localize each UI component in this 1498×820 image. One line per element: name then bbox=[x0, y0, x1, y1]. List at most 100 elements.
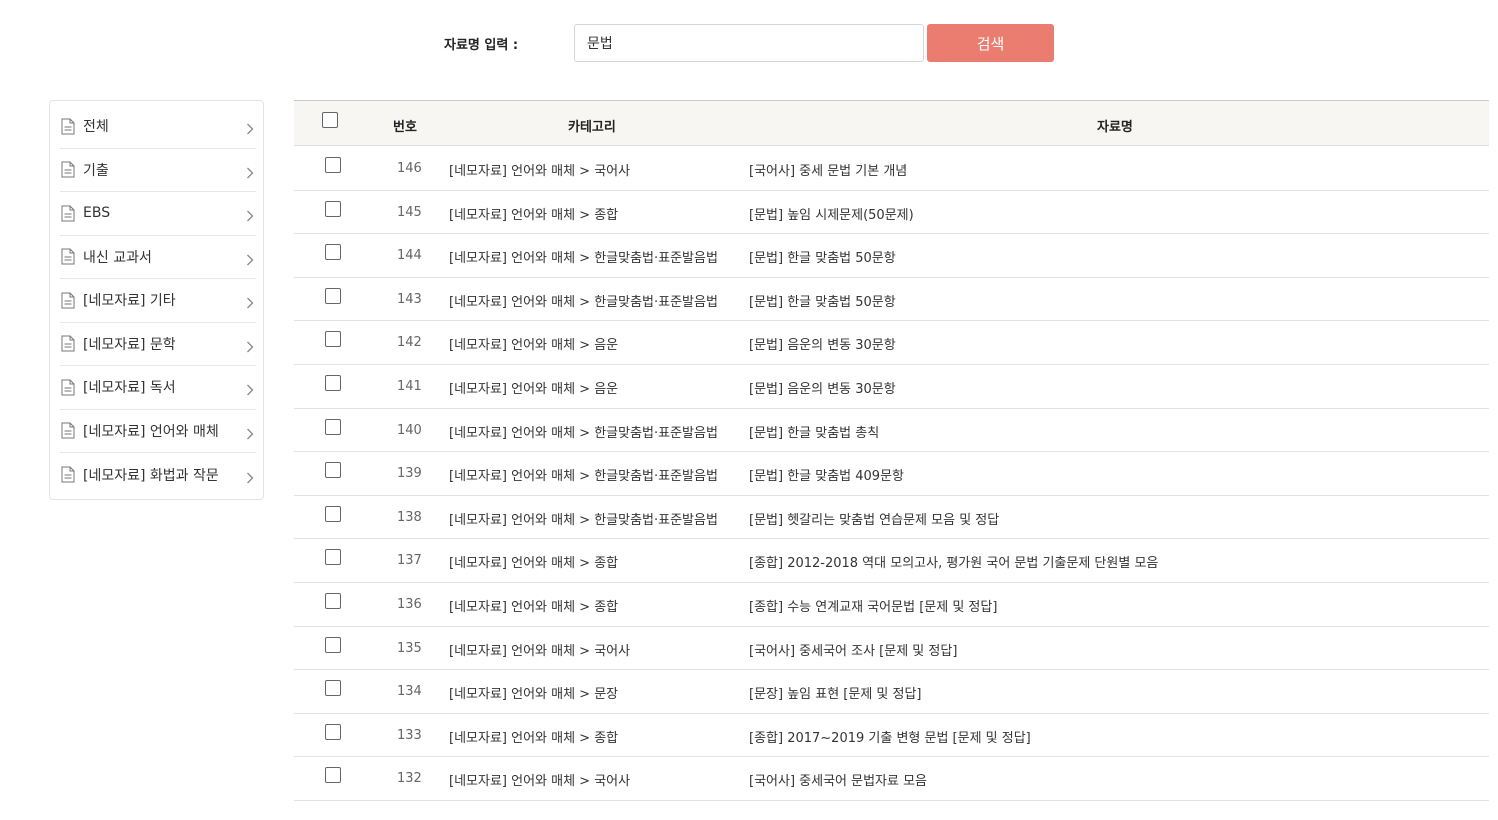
row-category: [네모자료] 언어와 매체 > 한글맞춤법·표준발음법 bbox=[449, 294, 718, 310]
category-sidebar: 전체기출 EBS 내신 교과서 [네모자료] 기타 [네모자료] 문학 [네모자료] 독서… bbox=[49, 100, 264, 500]
row-title-link[interactable]: [문법] 한글 맞춤법 50문항 bbox=[749, 247, 896, 266]
document-icon bbox=[61, 118, 75, 135]
row-checkbox[interactable] bbox=[325, 767, 341, 784]
search-input[interactable] bbox=[574, 24, 924, 62]
row-title-link[interactable]: [문법] 한글 맞춤법 총칙 bbox=[749, 422, 879, 441]
row-title-link[interactable]: [종합] 2012-2018 역대 모의고사, 평가원 국어 문법 기출문제 단… bbox=[749, 552, 1158, 571]
row-checkbox[interactable] bbox=[325, 549, 341, 566]
document-icon bbox=[61, 379, 75, 396]
row-checkbox[interactable] bbox=[325, 200, 341, 217]
row-checkbox[interactable] bbox=[325, 331, 341, 348]
row-number: 136 bbox=[397, 597, 422, 612]
chevron-right-icon bbox=[246, 251, 254, 266]
sidebar-item[interactable]: 기출 bbox=[60, 149, 256, 192]
row-title-link[interactable]: [문법] 헷갈리는 맞춤법 연습문제 모음 및 정답 bbox=[749, 509, 999, 528]
table-row: 146 [네모자료] 언어와 매체 > 국어사 [국어사] 중세 문법 기본 개념 bbox=[294, 147, 1489, 191]
row-title-link[interactable]: [문법] 높임 시제문제(50문제) bbox=[749, 204, 914, 223]
table-row: 134 [네모자료] 언어와 매체 > 문장 [문장] 높임 표현 [문제 및 정답… bbox=[294, 670, 1489, 714]
sidebar-item-label: [네모자료] 문학 bbox=[83, 336, 176, 353]
table-row: 144 [네모자료] 언어와 매체 > 한글맞춤법·표준발음법 [문법] 한글 맞춤… bbox=[294, 234, 1489, 278]
row-number: 138 bbox=[397, 509, 422, 525]
row-number: 144 bbox=[397, 248, 422, 264]
sidebar-item[interactable]: 내신 교과서 bbox=[60, 236, 256, 279]
chevron-right-icon bbox=[246, 338, 254, 353]
row-title-link[interactable]: [문장] 높임 표현 [문제 및 정답] bbox=[749, 683, 922, 702]
sidebar-item-label: 전체 bbox=[83, 119, 109, 136]
row-number: 135 bbox=[397, 640, 422, 656]
row-checkbox[interactable] bbox=[325, 418, 341, 435]
row-title-link[interactable]: [문법] 한글 맞춤법 409문항 bbox=[749, 465, 904, 484]
table-header: 번호 카테고리 자료명 bbox=[294, 100, 1489, 146]
row-title-link[interactable]: [문법] 음운의 변동 30문항 bbox=[749, 334, 896, 353]
row-category: [네모자료] 언어와 매체 > 종합 bbox=[449, 556, 619, 572]
row-checkbox[interactable] bbox=[325, 157, 341, 173]
table-row: 135 [네모자료] 언어와 매체 > 국어사 [국어사] 중세국어 조사 [문제 … bbox=[294, 627, 1489, 671]
chevron-right-icon bbox=[246, 120, 254, 135]
row-number: 133 bbox=[397, 727, 422, 743]
document-icon bbox=[61, 292, 75, 309]
row-number: 145 bbox=[397, 204, 422, 220]
row-checkbox[interactable] bbox=[325, 636, 341, 653]
row-number: 134 bbox=[397, 684, 422, 700]
select-all-checkbox[interactable] bbox=[322, 112, 338, 128]
sidebar-item[interactable]: 전체 bbox=[60, 105, 256, 149]
chevron-right-icon bbox=[246, 425, 254, 440]
sidebar-item[interactable]: [네모자료] 화법과 작문 bbox=[60, 453, 256, 497]
row-title-link[interactable]: [종합] 수능 연계교재 국어문법 [문제 및 정답] bbox=[749, 596, 997, 615]
row-checkbox[interactable] bbox=[325, 462, 341, 479]
document-icon bbox=[61, 335, 75, 352]
sidebar-item[interactable]: EBS bbox=[60, 192, 256, 236]
row-category: [네모자료] 언어와 매체 > 한글맞춤법·표준발음법 bbox=[449, 251, 718, 267]
row-category: [네모자료] 언어와 매체 > 종합 bbox=[449, 207, 619, 223]
chevron-right-icon bbox=[246, 381, 254, 396]
row-checkbox[interactable] bbox=[325, 723, 341, 740]
table-row: 143 [네모자료] 언어와 매체 > 한글맞춤법·표준발음법 [문법] 한글 맞춤… bbox=[294, 278, 1489, 322]
table-row: 132 [네모자료] 언어와 매체 > 국어사 [국어사] 중세국어 문법자료 모음 bbox=[294, 757, 1489, 801]
chevron-right-icon bbox=[246, 469, 254, 484]
sidebar-item-label: [네모자료] 독서 bbox=[83, 380, 176, 397]
row-title-link[interactable]: [국어사] 중세 문법 기본 개념 bbox=[749, 160, 907, 179]
sidebar-item[interactable]: [네모자료] 독서 bbox=[60, 366, 256, 410]
sidebar-item-label: EBS bbox=[83, 205, 111, 222]
document-icon bbox=[61, 422, 75, 439]
row-checkbox[interactable] bbox=[325, 287, 341, 304]
row-number: 142 bbox=[397, 335, 422, 351]
header-title: 자료명 bbox=[1097, 120, 1133, 135]
sidebar-item[interactable]: [네모자료] 문학 bbox=[60, 323, 256, 366]
row-category: [네모자료] 언어와 매체 > 문장 bbox=[449, 687, 619, 703]
row-category: [네모자료] 언어와 매체 > 한글맞춤법·표준발음법 bbox=[449, 512, 718, 528]
row-number: 146 bbox=[397, 161, 422, 176]
row-title-link[interactable]: [국어사] 중세국어 문법자료 모음 bbox=[749, 770, 927, 789]
chevron-right-icon bbox=[246, 164, 254, 179]
sidebar-item[interactable]: [네모자료] 기타 bbox=[60, 279, 256, 323]
document-icon bbox=[61, 248, 75, 265]
row-title-link[interactable]: [문법] 음운의 변동 30문항 bbox=[749, 378, 896, 397]
document-icon bbox=[61, 205, 75, 222]
row-checkbox[interactable] bbox=[325, 375, 341, 391]
row-category: [네모자료] 언어와 매체 > 국어사 bbox=[449, 164, 631, 179]
chevron-right-icon bbox=[246, 207, 254, 222]
table-row: 145 [네모자료] 언어와 매체 > 종합 [문법] 높임 시제문제(50문제) bbox=[294, 191, 1489, 235]
table-row: 139 [네모자료] 언어와 매체 > 한글맞춤법·표준발음법 [문법] 한글 맞춤… bbox=[294, 452, 1489, 496]
row-checkbox[interactable] bbox=[325, 593, 341, 609]
row-number: 140 bbox=[397, 422, 422, 438]
row-title-link[interactable]: [종합] 2017~2019 기출 변형 문법 [문제 및 정답] bbox=[749, 727, 1031, 746]
sidebar-item-label: [네모자료] 언어와 매체 bbox=[83, 423, 219, 440]
row-checkbox[interactable] bbox=[325, 680, 341, 697]
table-row: 137 [네모자료] 언어와 매체 > 종합 [종합] 2012-2018 역대 모… bbox=[294, 539, 1489, 583]
row-title-link[interactable]: [문법] 한글 맞춤법 50문항 bbox=[749, 291, 896, 310]
row-number: 137 bbox=[397, 553, 422, 569]
sidebar-item-label: 내신 교과서 bbox=[83, 249, 152, 266]
row-checkbox[interactable] bbox=[325, 244, 341, 261]
table-row: 140 [네모자료] 언어와 매체 > 한글맞춤법·표준발음법 [문법] 한글 맞춤… bbox=[294, 409, 1489, 453]
sidebar-item-label: [네모자료] 기타 bbox=[83, 293, 176, 310]
search-button[interactable]: 검색 bbox=[927, 24, 1054, 62]
document-icon bbox=[61, 161, 75, 178]
row-category: [네모자료] 언어와 매체 > 한글맞춤법·표준발음법 bbox=[449, 425, 718, 441]
table-row: 141 [네모자료] 언어와 매체 > 음운 [문법] 음운의 변동 30문항 bbox=[294, 365, 1489, 409]
row-category: [네모자료] 언어와 매체 > 음운 bbox=[449, 338, 619, 354]
row-number: 141 bbox=[397, 379, 422, 394]
row-title-link[interactable]: [국어사] 중세국어 조사 [문제 및 정답] bbox=[749, 640, 957, 659]
sidebar-item[interactable]: [네모자료] 언어와 매체 bbox=[60, 410, 256, 453]
row-checkbox[interactable] bbox=[325, 505, 341, 522]
